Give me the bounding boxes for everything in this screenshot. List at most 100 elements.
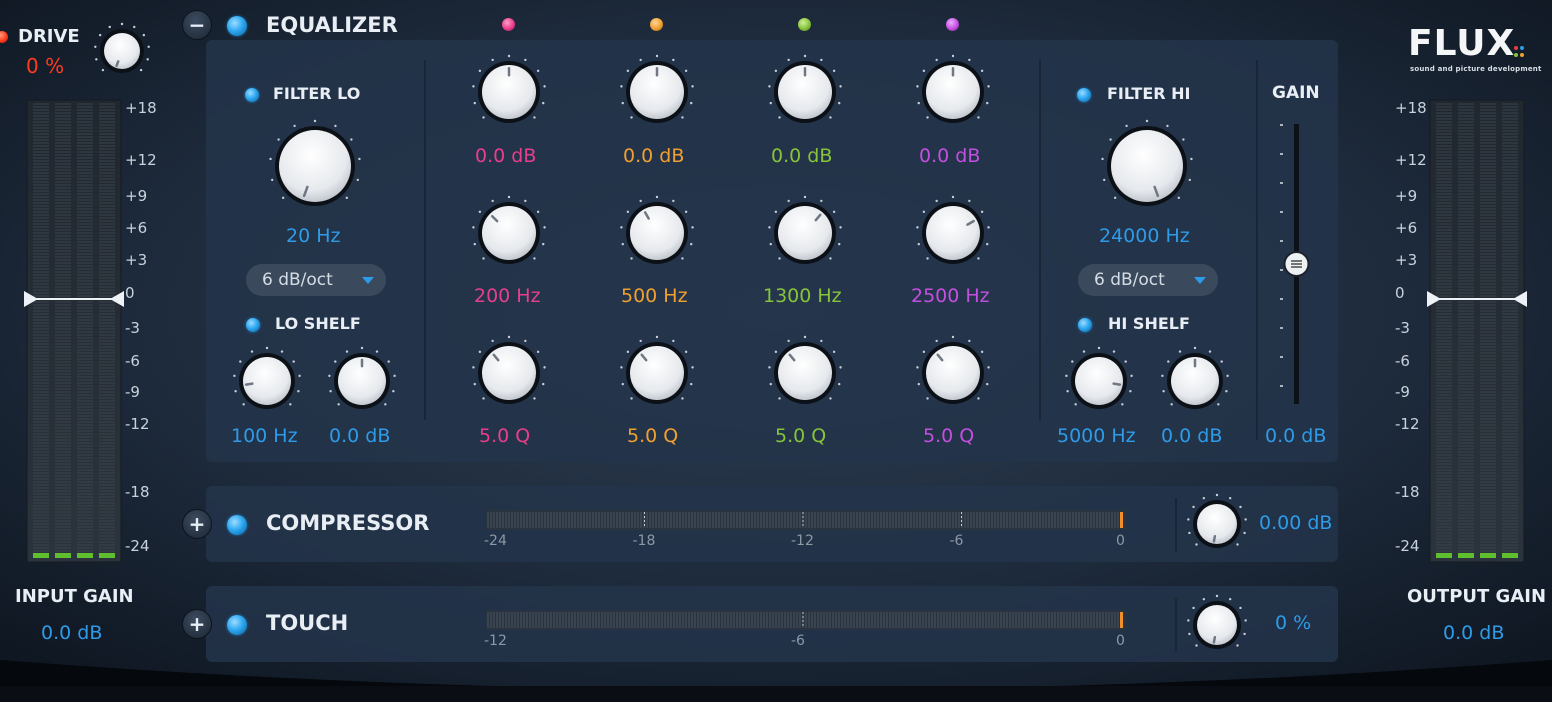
band-3-gain-knob[interactable] [764, 51, 846, 133]
band-3-q-knob[interactable] [764, 332, 846, 414]
touch-value[interactable]: 0 % [1275, 614, 1311, 633]
compressor-tick-label: -6 [949, 533, 964, 549]
filter-lo-knob[interactable] [265, 116, 365, 216]
compressor-tick-label: 0 [1116, 533, 1125, 549]
input-meter [26, 99, 122, 563]
band-1-gain-knob[interactable] [468, 51, 550, 133]
band-4-gain[interactable]: 0.0 dB [919, 147, 980, 166]
band-3-freq-knob[interactable] [764, 192, 846, 274]
band-1-gain[interactable]: 0.0 dB [475, 147, 536, 166]
compressor-expand-button[interactable]: + [182, 509, 212, 539]
filter-hi-slope-dropdown[interactable]: 6 dB/oct [1078, 264, 1218, 296]
band-4-freq-knob[interactable] [912, 192, 994, 274]
flux-tagline: sound and picture development [1410, 65, 1542, 73]
input-scale-label: +18 [125, 99, 157, 117]
eq-gain-slider[interactable] [1272, 116, 1322, 412]
lo-shelf-gain-knob[interactable] [324, 343, 400, 419]
chevron-down-icon [1194, 277, 1206, 284]
band-4-q[interactable]: 5.0 Q [923, 427, 974, 446]
output-gain-value[interactable]: 0.0 dB [1443, 624, 1504, 643]
input-scale-label: -6 [125, 352, 140, 370]
lo-shelf-led[interactable] [246, 318, 260, 332]
compressor-tick-label: -12 [791, 533, 814, 549]
hi-shelf-gain-knob[interactable] [1157, 343, 1233, 419]
output-scale-label: -6 [1395, 352, 1410, 370]
band-1-q-knob[interactable] [468, 332, 550, 414]
input-scale-label: -24 [125, 537, 150, 555]
drive-knob[interactable] [90, 19, 154, 83]
filter-hi-knob[interactable] [1097, 116, 1197, 216]
filter-hi-led[interactable] [1077, 88, 1091, 102]
output-gain-fader[interactable] [1427, 290, 1527, 308]
band-4-led[interactable] [946, 18, 959, 31]
filter-hi-label: FILTER HI [1107, 84, 1191, 103]
lo-shelf-freq-knob[interactable] [229, 343, 305, 419]
input-scale-label: +9 [125, 187, 148, 205]
lo-shelf-gain[interactable]: 0.0 dB [329, 427, 390, 446]
filter-hi-slope-value: 6 dB/oct [1094, 270, 1165, 290]
hi-shelf-led[interactable] [1078, 318, 1092, 332]
output-scale-label: +18 [1395, 99, 1427, 117]
band-3-freq[interactable]: 1300 Hz [763, 287, 842, 306]
compressor-value[interactable]: 0.00 dB [1259, 514, 1332, 533]
band-1-q[interactable]: 5.0 Q [479, 427, 530, 446]
eq-gain-value[interactable]: 0.0 dB [1265, 427, 1326, 446]
input-gain-fader[interactable] [24, 290, 124, 308]
input-scale-label: -3 [125, 319, 140, 337]
band-1-freq-knob[interactable] [468, 192, 550, 274]
compressor-title: COMPRESSOR [266, 511, 430, 535]
input-scale-label: -18 [125, 483, 150, 501]
flux-logo-dots [1514, 44, 1524, 58]
band-3-led[interactable] [798, 18, 811, 31]
equalizer-title: EQUALIZER [266, 13, 398, 37]
band-2-freq[interactable]: 500 Hz [621, 287, 688, 306]
output-scale-label: -9 [1395, 383, 1410, 401]
equalizer-enable-led[interactable] [227, 16, 247, 36]
touch-expand-button[interactable]: + [182, 609, 212, 639]
band-2-gain-knob[interactable] [616, 51, 698, 133]
input-scale-label: -9 [125, 383, 140, 401]
band-1-freq[interactable]: 200 Hz [474, 287, 541, 306]
touch-meter [486, 610, 1126, 630]
filter-hi-freq[interactable]: 24000 Hz [1099, 227, 1190, 246]
equalizer-collapse-button[interactable]: − [182, 10, 212, 40]
band-1-led[interactable] [502, 18, 515, 31]
input-scale-label: 0 [125, 284, 135, 302]
band-4-freq[interactable]: 2500 Hz [911, 287, 990, 306]
output-scale-label: 0 [1395, 284, 1405, 302]
chevron-down-icon [362, 277, 374, 284]
band-2-led[interactable] [650, 18, 663, 31]
compressor-makeup-knob[interactable] [1183, 490, 1251, 558]
filter-lo-freq[interactable]: 20 Hz [286, 227, 340, 246]
band-2-freq-knob[interactable] [616, 192, 698, 274]
hi-shelf-gain[interactable]: 0.0 dB [1161, 427, 1222, 446]
input-gain-value[interactable]: 0.0 dB [41, 624, 102, 643]
compressor-tick-label: -24 [484, 533, 507, 549]
band-2-q[interactable]: 5.0 Q [627, 427, 678, 446]
output-scale-label: +9 [1395, 187, 1418, 205]
touch-title: TOUCH [266, 611, 349, 635]
filter-lo-led[interactable] [245, 88, 259, 102]
filter-lo-slope-dropdown[interactable]: 6 dB/oct [246, 264, 386, 296]
compressor-enable-led[interactable] [227, 515, 247, 535]
band-3-q[interactable]: 5.0 Q [775, 427, 826, 446]
hi-shelf-freq[interactable]: 5000 Hz [1057, 427, 1136, 446]
input-scale-label: +12 [125, 151, 157, 169]
output-scale-label: -24 [1395, 537, 1420, 555]
touch-tick-label: 0 [1116, 633, 1125, 649]
eq-gain-label: GAIN [1272, 83, 1320, 103]
band-2-gain[interactable]: 0.0 dB [623, 147, 684, 166]
band-4-gain-knob[interactable] [912, 51, 994, 133]
output-scale-label: -3 [1395, 319, 1410, 337]
compressor-tick-label: -18 [632, 533, 656, 549]
hi-shelf-freq-knob[interactable] [1061, 343, 1137, 419]
band-4-q-knob[interactable] [912, 332, 994, 414]
band-3-gain[interactable]: 0.0 dB [771, 147, 832, 166]
lo-shelf-freq[interactable]: 100 Hz [231, 427, 298, 446]
touch-tick-label: -6 [791, 633, 805, 649]
drive-value: 0 % [26, 54, 65, 78]
band-2-q-knob[interactable] [616, 332, 698, 414]
touch-amount-knob[interactable] [1183, 591, 1251, 659]
input-scale-label: +6 [125, 219, 148, 237]
touch-enable-led[interactable] [227, 615, 247, 635]
